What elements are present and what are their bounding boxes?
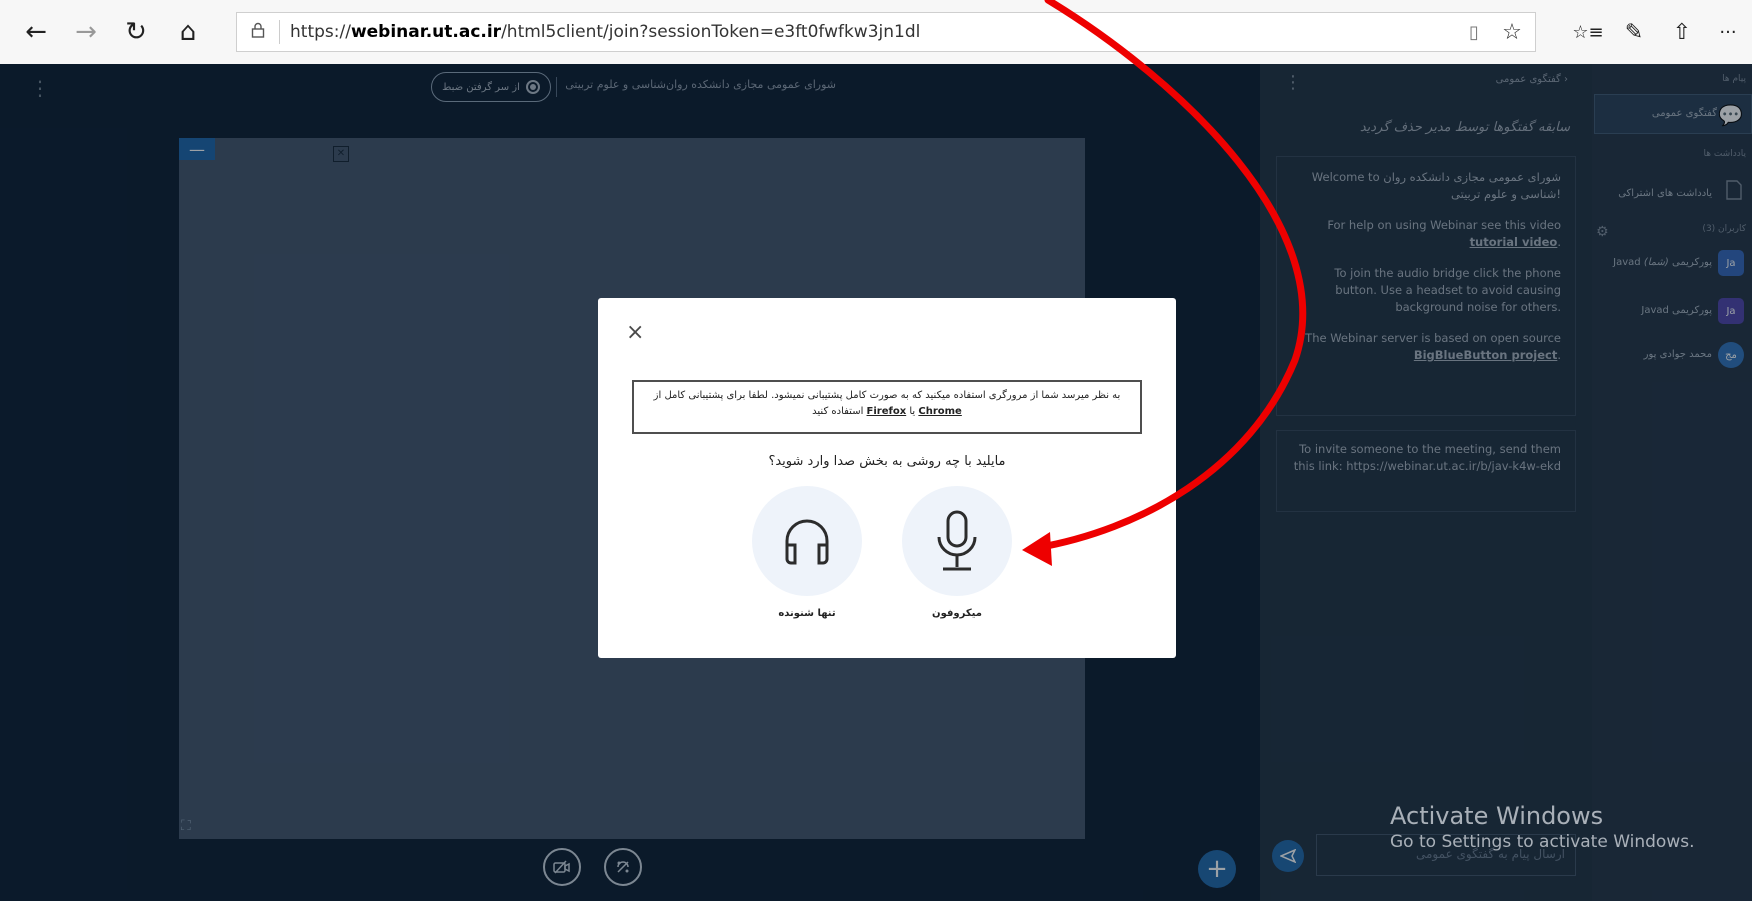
warning-text: به نظر میرسد شما از مرورگری استفاده میکن… [653, 390, 1121, 401]
listen-only-button[interactable]: تنها شنونده [752, 486, 862, 626]
forward-icon[interactable]: → [66, 12, 106, 52]
share-icon[interactable]: ⇧ [1660, 12, 1704, 52]
refresh-icon[interactable]: ↻ [116, 12, 156, 52]
back-icon[interactable]: ← [16, 12, 56, 52]
firefox-link[interactable]: Firefox [867, 406, 907, 417]
more-icon[interactable]: ··· [1706, 12, 1750, 52]
favorite-star-icon[interactable]: ☆ [1490, 12, 1534, 52]
microphone-label: میکروفون [932, 608, 982, 619]
join-audio-modal: × به نظر میرسد شما از مرورگری استفاده می… [598, 298, 1176, 658]
warning-or: یا [906, 406, 919, 417]
microphone-button[interactable]: میکروفون [902, 486, 1012, 626]
url-separator [279, 20, 280, 44]
close-icon[interactable]: × [626, 320, 644, 345]
microphone-circle[interactable] [902, 486, 1012, 596]
microphone-icon [937, 510, 977, 571]
warning-end: استفاده کنید [812, 406, 867, 417]
url-prefix: https:// [290, 22, 351, 42]
pen-icon[interactable]: ✎ [1612, 12, 1656, 52]
audio-question: مایلید با چه روشی به بخش صدا وارد شوید؟ [768, 454, 1006, 469]
home-icon[interactable]: ⌂ [168, 12, 208, 52]
listen-only-label: تنها شنونده [778, 608, 836, 619]
watermark-subtitle: Go to Settings to activate Windows. [1390, 832, 1695, 852]
lock-icon [237, 22, 279, 43]
browser-toolbar: ← → ↻ ⌂ https://webinar.ut.ac.ir/html5cl… [0, 0, 1752, 65]
listen-only-circle[interactable] [752, 486, 862, 596]
chrome-link[interactable]: Chrome [918, 406, 961, 417]
windows-activation-watermark: Activate Windows Go to Settings to activ… [1390, 802, 1695, 852]
watermark-title: Activate Windows [1390, 802, 1604, 830]
favorites-list-icon[interactable]: ☆≡ [1566, 12, 1610, 52]
url-path: /html5client/join?sessionToken=e3ft0fwfk… [501, 22, 921, 42]
url-host: webinar.ut.ac.ir [350, 22, 502, 42]
url-text[interactable]: https://webinar.ut.ac.ir/html5client/joi… [290, 22, 920, 42]
address-bar[interactable]: https://webinar.ut.ac.ir/html5client/joi… [236, 12, 1536, 52]
browser-warning: به نظر میرسد شما از مرورگری استفاده میکن… [632, 380, 1142, 434]
headphones-icon [785, 519, 829, 565]
